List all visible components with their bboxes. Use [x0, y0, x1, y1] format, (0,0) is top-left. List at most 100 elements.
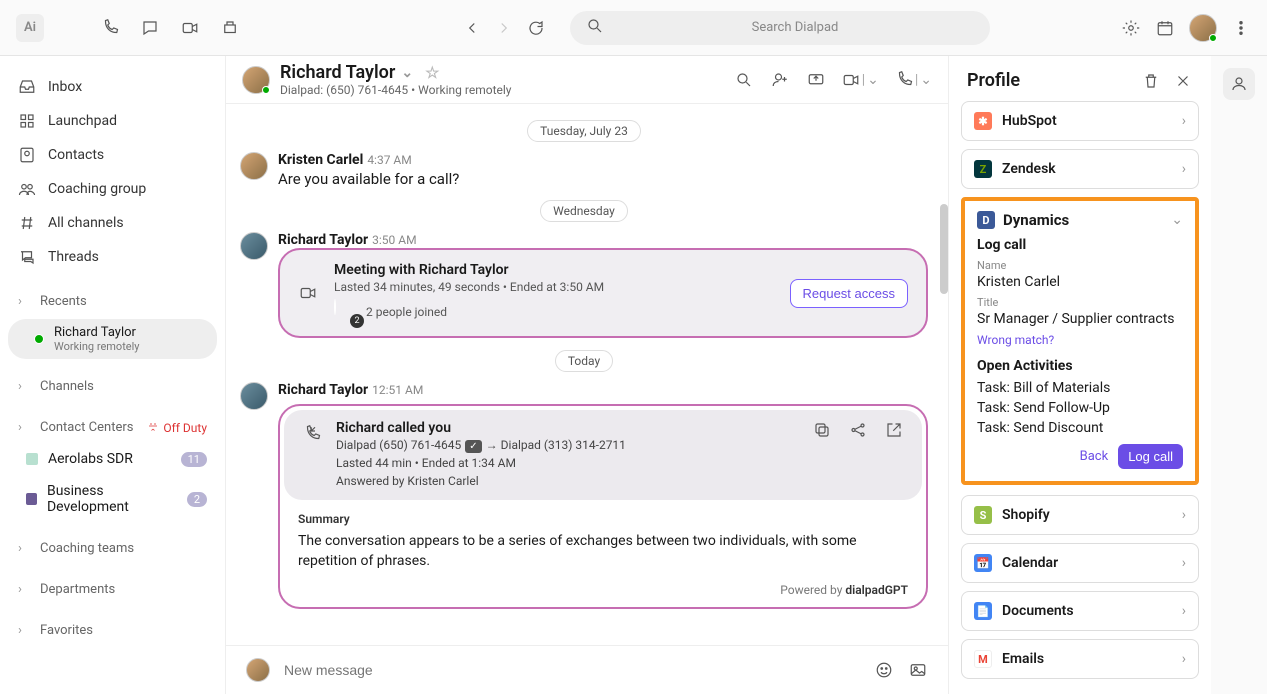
- sidebar-contact-richard[interactable]: Richard Taylor Working remotely: [8, 319, 217, 359]
- forward-icon[interactable]: [494, 18, 514, 38]
- back-icon[interactable]: [462, 18, 482, 38]
- sidebar-inbox[interactable]: Inbox: [0, 70, 225, 104]
- search-placeholder: Search Dialpad: [616, 20, 974, 35]
- call-card: Richard called you Dialpad (650) 761-464…: [278, 404, 928, 609]
- integration-documents[interactable]: 📄 Documents ›: [961, 591, 1199, 631]
- task-item: Task: Bill of Materials: [977, 380, 1183, 396]
- sidebar-recents[interactable]: ›Recents: [0, 286, 225, 317]
- sidebar-coaching-group[interactable]: Coaching group: [0, 172, 225, 206]
- gmail-icon: M: [974, 650, 992, 668]
- sender-avatar[interactable]: [240, 152, 268, 180]
- global-search[interactable]: Search Dialpad: [570, 11, 990, 45]
- emoji-icon[interactable]: [874, 660, 894, 680]
- color-swatch: [26, 453, 38, 465]
- color-swatch: [26, 493, 37, 505]
- phone-call-menu[interactable]: |⌄: [895, 71, 932, 89]
- message-row: Richard Taylor12:51 AM Richard called yo…: [240, 382, 928, 609]
- sender-name: Kristen Carlel: [278, 152, 363, 168]
- star-icon[interactable]: ☆: [425, 63, 439, 82]
- sidebar-aerolabs[interactable]: Aerolabs SDR 11: [0, 443, 225, 475]
- user-avatar[interactable]: [1189, 14, 1217, 42]
- chevron-down-icon[interactable]: ⌄: [1171, 212, 1183, 228]
- message-input[interactable]: [284, 662, 860, 678]
- copy-icon[interactable]: [812, 420, 832, 440]
- message-row: Kristen Carlel4:37 AM Are you available …: [240, 152, 928, 188]
- call-route: Dialpad (650) 761-4645✓→ Dialpad (313) 3…: [336, 436, 798, 454]
- video-icon[interactable]: [180, 18, 200, 38]
- sidebar-threads[interactable]: Threads: [0, 240, 225, 274]
- settings-icon[interactable]: [1121, 18, 1141, 38]
- screen-share-icon[interactable]: [806, 70, 826, 90]
- dynamics-log-call-heading: Log call: [977, 237, 1183, 253]
- right-rail: [1211, 56, 1267, 694]
- chevron-right-icon: ›: [1182, 113, 1186, 129]
- phone-incoming-icon: [302, 424, 322, 444]
- refresh-icon[interactable]: [526, 18, 546, 38]
- more-icon[interactable]: [1231, 18, 1251, 38]
- fax-icon[interactable]: [220, 18, 240, 38]
- message-icon[interactable]: [140, 18, 160, 38]
- request-access-button[interactable]: Request access: [790, 279, 909, 308]
- sidebar-coaching-teams[interactable]: ›Coaching teams: [0, 533, 225, 564]
- sender-avatar[interactable]: [240, 232, 268, 260]
- scrollbar[interactable]: [940, 204, 948, 294]
- integration-calendar[interactable]: 📅 Calendar ›: [961, 543, 1199, 583]
- log-call-button[interactable]: Log call: [1118, 444, 1183, 469]
- chat-title[interactable]: Richard Taylor⌄☆: [280, 62, 511, 83]
- image-icon[interactable]: [908, 660, 928, 680]
- verified-badge: ✓: [465, 440, 481, 453]
- integration-dynamics-expanded: D Dynamics ⌄ Log call Name Kristen Carle…: [961, 197, 1199, 485]
- message-composer: [226, 645, 948, 694]
- meeting-participants: 2 2 people joined: [334, 300, 774, 324]
- contacts-icon: [18, 146, 36, 164]
- sidebar-item-label: Inbox: [48, 79, 82, 95]
- app-logo[interactable]: Ai: [16, 14, 44, 42]
- chevron-right-icon: ›: [1182, 603, 1186, 619]
- video-call-menu[interactable]: |⌄: [842, 71, 879, 89]
- presence-dot: [34, 334, 44, 344]
- sidebar-all-channels[interactable]: All channels: [0, 206, 225, 240]
- inbox-icon: [18, 78, 36, 96]
- profile-title: Profile: [967, 70, 1020, 91]
- contact-avatar[interactable]: [242, 66, 270, 94]
- call-title: Richard called you: [336, 420, 798, 436]
- chat-pane: Richard Taylor⌄☆ Dialpad: (650) 761-4645…: [226, 56, 949, 694]
- sidebar-bizdev[interactable]: Business Development 2: [0, 475, 225, 523]
- integration-shopify[interactable]: S Shopify ›: [961, 495, 1199, 535]
- close-icon[interactable]: [1173, 71, 1193, 91]
- call-duration: Lasted 44 min • Ended at 1:34 AM: [336, 454, 798, 472]
- wrong-match-link[interactable]: Wrong match?: [977, 333, 1054, 347]
- search-icon[interactable]: [734, 70, 754, 90]
- share-icon[interactable]: [848, 420, 868, 440]
- sidebar-contacts[interactable]: Contacts: [0, 138, 225, 172]
- sidebar-favorites[interactable]: ›Favorites: [0, 615, 225, 646]
- delete-icon[interactable]: [1141, 71, 1161, 91]
- integration-emails[interactable]: M Emails ›: [961, 639, 1199, 679]
- sidebar-launchpad[interactable]: Launchpad: [0, 104, 225, 138]
- date-separator: Today: [555, 350, 613, 372]
- open-external-icon[interactable]: [884, 420, 904, 440]
- sender-name: Richard Taylor: [278, 382, 368, 398]
- sidebar-channels[interactable]: ›Channels: [0, 371, 225, 402]
- back-button[interactable]: Back: [1080, 449, 1109, 464]
- sidebar-item-label: Threads: [48, 249, 99, 265]
- meeting-title: Meeting with Richard Taylor: [334, 262, 774, 278]
- calendar-icon[interactable]: [1155, 18, 1175, 38]
- chevron-right-icon: ›: [1182, 161, 1186, 177]
- integration-hubspot[interactable]: ✱ HubSpot ›: [961, 101, 1199, 141]
- zendesk-icon: Z: [974, 160, 992, 178]
- search-icon: [586, 17, 604, 39]
- video-icon: [298, 283, 318, 303]
- chat-body[interactable]: Tuesday, July 23 Kristen Carlel4:37 AM A…: [226, 104, 948, 645]
- add-person-icon[interactable]: [770, 70, 790, 90]
- phone-icon[interactable]: [100, 18, 120, 38]
- call-answered-by: Answered by Kristen Carlel: [336, 472, 798, 490]
- sender-avatar[interactable]: [240, 382, 268, 410]
- integration-zendesk[interactable]: Z Zendesk ›: [961, 149, 1199, 189]
- chevron-right-icon: ›: [1182, 651, 1186, 667]
- sidebar-contact-centers[interactable]: ›Contact Centers Off Duty: [0, 412, 225, 443]
- field-value: Kristen Carlel: [977, 274, 1183, 290]
- call-summary: Summary The conversation appears to be a…: [280, 504, 926, 583]
- sidebar-departments[interactable]: ›Departments: [0, 574, 225, 605]
- profile-rail-button[interactable]: [1223, 68, 1255, 100]
